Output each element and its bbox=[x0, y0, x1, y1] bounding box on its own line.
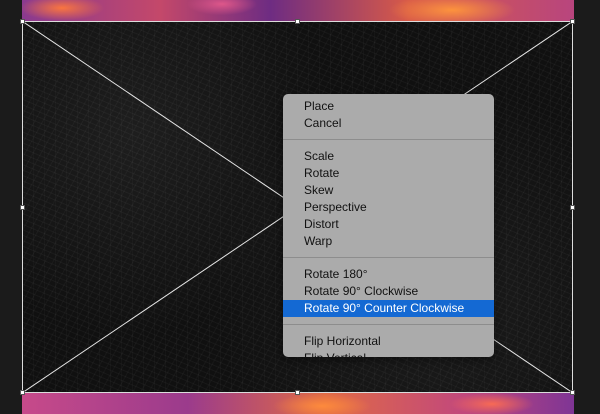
transform-context-menu: Place Cancel Scale Rotate Skew Perspecti… bbox=[283, 94, 494, 365]
menu-separator bbox=[283, 139, 494, 140]
menu-item-flip-horizontal[interactable]: Flip Horizontal bbox=[283, 333, 494, 350]
menu-item-scale[interactable]: Scale bbox=[283, 148, 494, 165]
menu-item-place[interactable]: Place bbox=[283, 98, 494, 115]
transform-handle-bottom-center[interactable] bbox=[295, 390, 300, 395]
pasteboard-right bbox=[574, 0, 600, 414]
menu-separator bbox=[283, 257, 494, 258]
menu-item-rotate-180[interactable]: Rotate 180° bbox=[283, 266, 494, 283]
menu-item-flip-vertical[interactable]: Flip Vertical bbox=[283, 350, 494, 367]
document-canvas[interactable]: Place Cancel Scale Rotate Skew Perspecti… bbox=[0, 0, 600, 414]
transform-handle-bottom-right[interactable] bbox=[570, 390, 575, 395]
transform-handle-top-right[interactable] bbox=[570, 19, 575, 24]
menu-item-cancel[interactable]: Cancel bbox=[283, 115, 494, 132]
pasteboard-left bbox=[0, 0, 22, 414]
menu-item-rotate[interactable]: Rotate bbox=[283, 165, 494, 182]
transform-handle-top-left[interactable] bbox=[20, 19, 25, 24]
transform-handle-bottom-left[interactable] bbox=[20, 390, 25, 395]
menu-separator bbox=[283, 324, 494, 325]
menu-item-rotate-90-ccw[interactable]: Rotate 90° Counter Clockwise bbox=[283, 300, 494, 317]
transform-handle-middle-left[interactable] bbox=[20, 205, 25, 210]
menu-item-rotate-90-cw[interactable]: Rotate 90° Clockwise bbox=[283, 283, 494, 300]
transform-handle-top-center[interactable] bbox=[295, 19, 300, 24]
background-photo-bottom bbox=[22, 392, 574, 414]
menu-item-skew[interactable]: Skew bbox=[283, 182, 494, 199]
menu-item-perspective[interactable]: Perspective bbox=[283, 199, 494, 216]
transform-handle-middle-right[interactable] bbox=[570, 205, 575, 210]
menu-item-distort[interactable]: Distort bbox=[283, 216, 494, 233]
menu-item-warp[interactable]: Warp bbox=[283, 233, 494, 250]
